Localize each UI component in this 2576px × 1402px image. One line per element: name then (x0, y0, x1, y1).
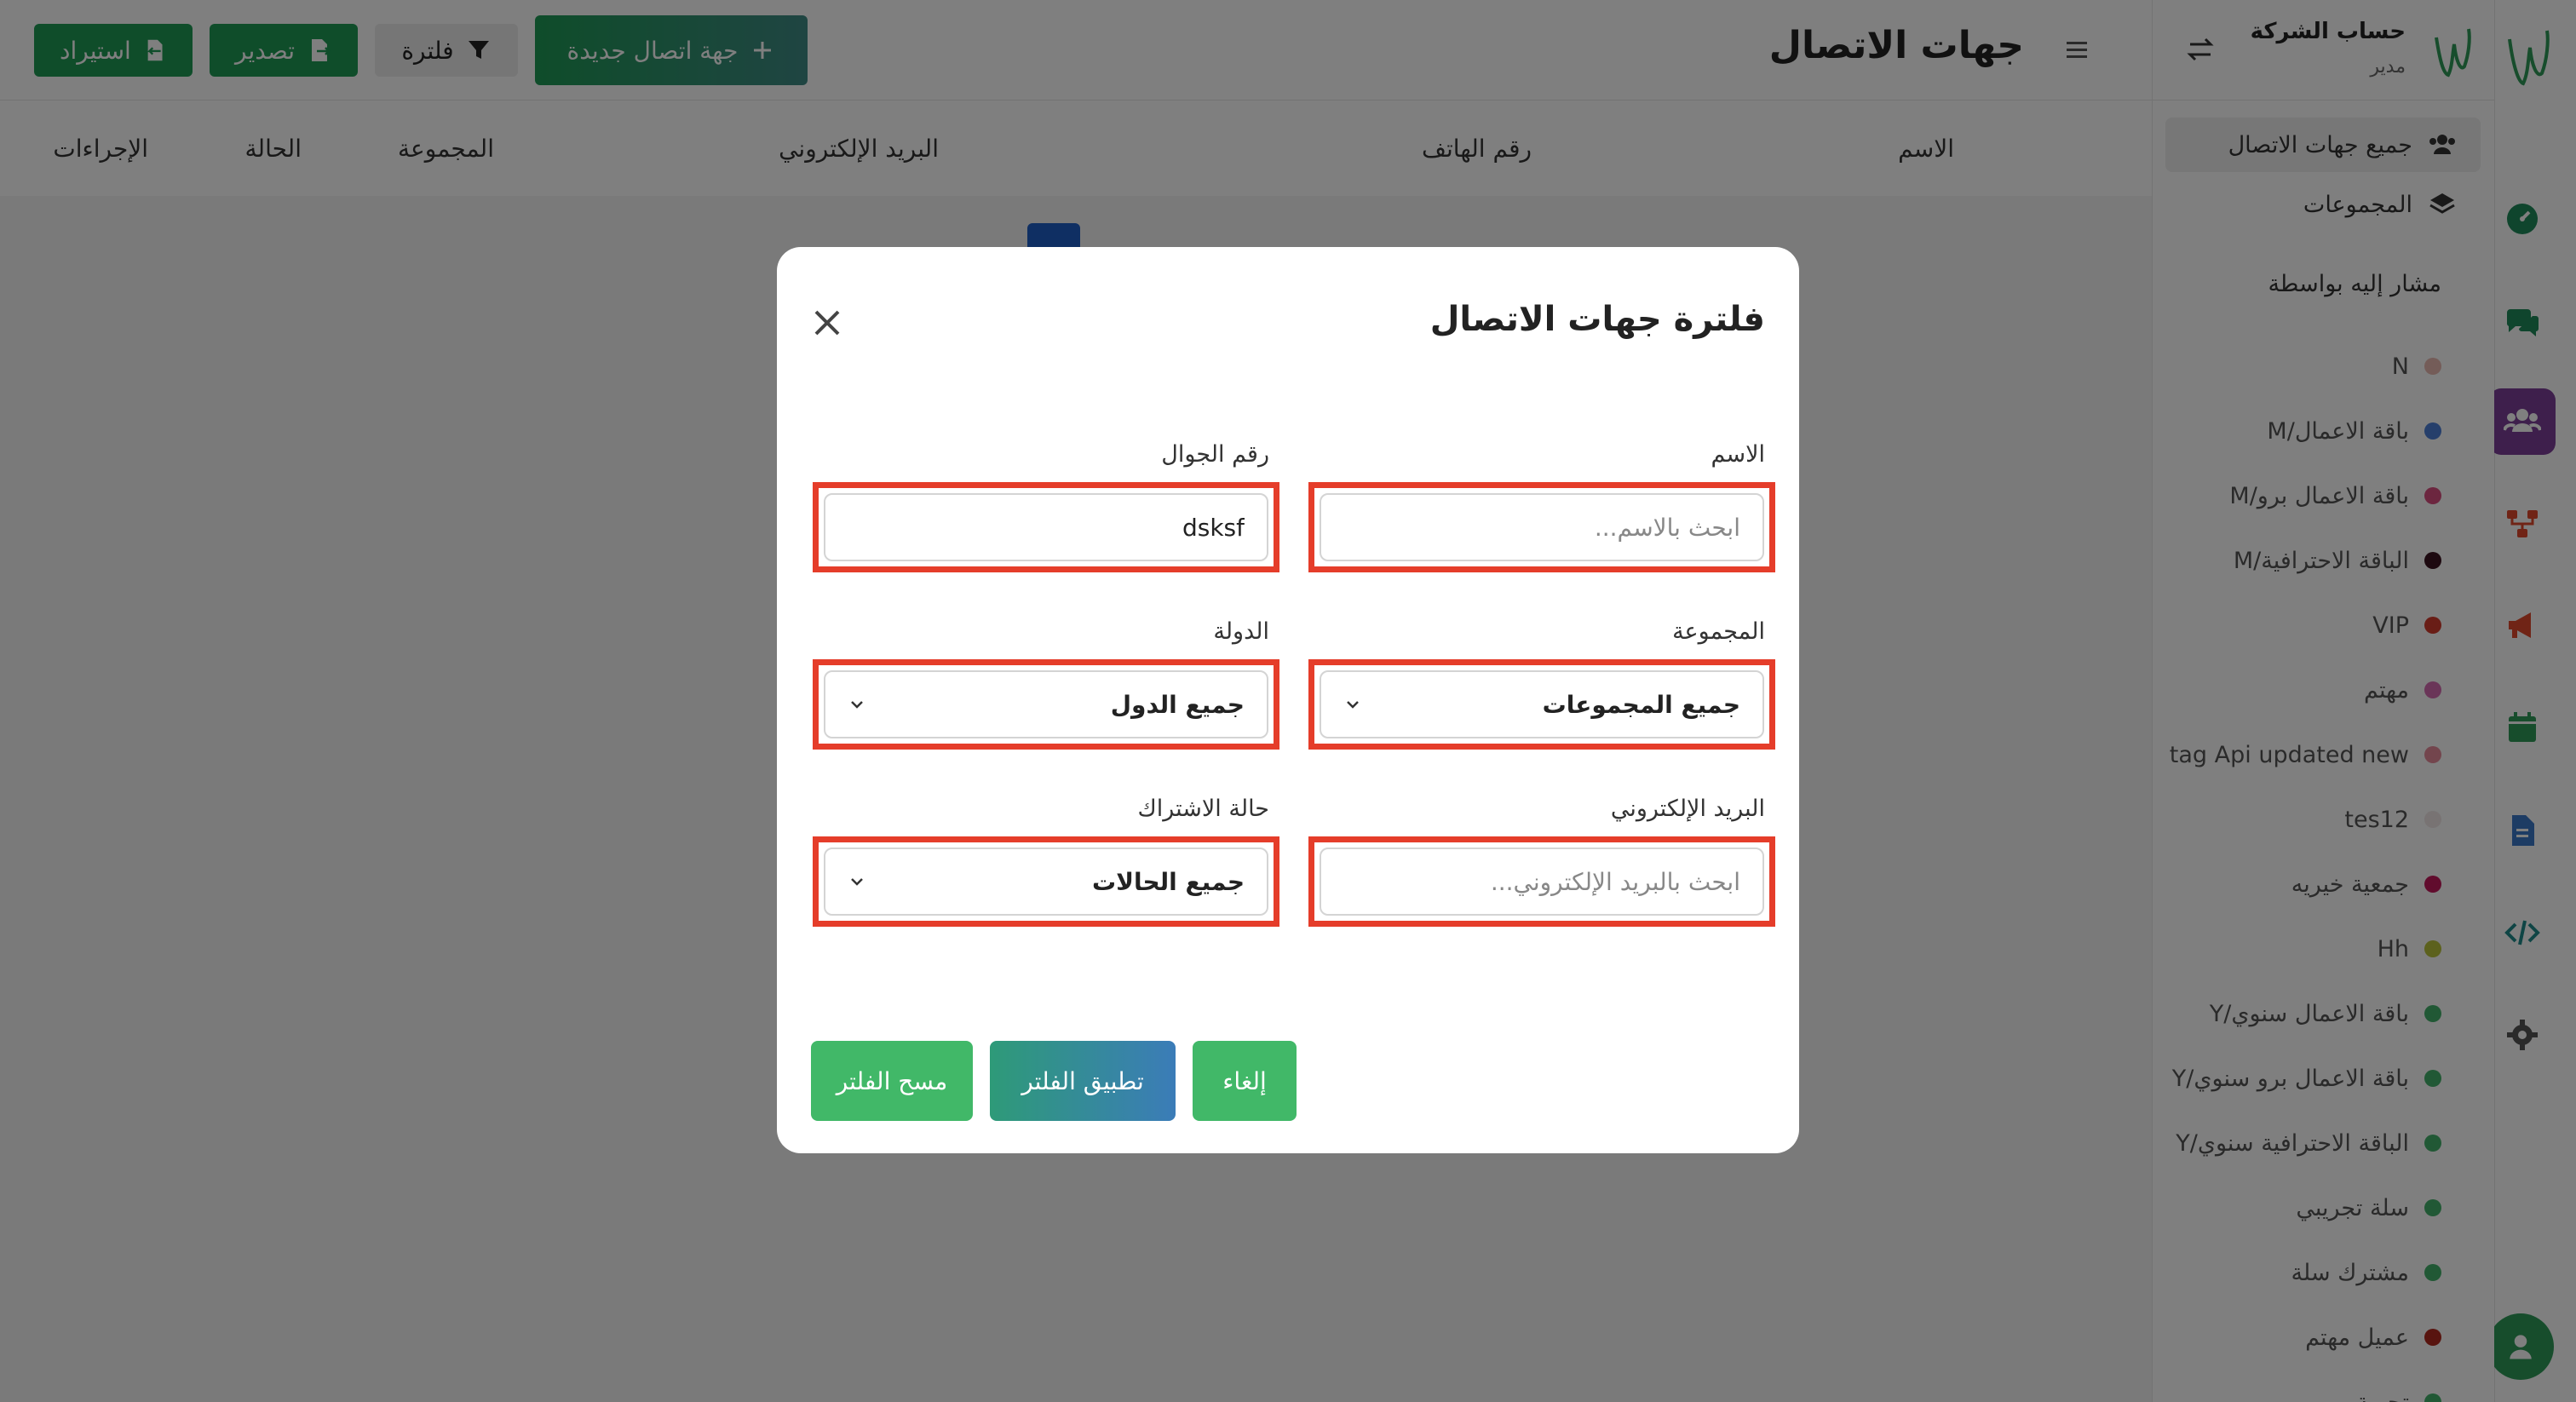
name-label: الاسم (1711, 441, 1766, 468)
cancel-button[interactable]: إلغاء (1193, 1041, 1297, 1121)
group-label: المجموعة (1672, 618, 1765, 645)
email-search-input[interactable] (1320, 848, 1764, 916)
mobile-label: رقم الجوال (1161, 441, 1269, 468)
apply-filter-button[interactable]: تطبيق الفلتر (990, 1041, 1176, 1121)
filter-contacts-modal: فلترة جهات الاتصال الاسم رقم الجوال المج… (777, 247, 1799, 1153)
mobile-field (813, 482, 1279, 572)
subscription-status-label: حالة الاشتراك (1137, 796, 1269, 822)
country-label: الدولة (1213, 618, 1269, 645)
close-icon[interactable] (809, 305, 845, 341)
country-select[interactable]: جميع الدول (824, 670, 1268, 738)
name-field (1308, 482, 1775, 572)
group-select-value: جميع المجموعات (1542, 690, 1740, 719)
email-label: البريد الإلكتروني (1610, 796, 1765, 822)
chevron-down-icon (851, 701, 863, 709)
chevron-down-icon (1347, 701, 1359, 709)
mobile-search-input[interactable] (824, 493, 1268, 561)
subscription-status-value: جميع الحالات (1091, 867, 1245, 896)
group-select[interactable]: جميع المجموعات (1320, 670, 1764, 738)
modal-title: فلترة جهات الاتصال (1429, 300, 1765, 339)
subscription-status-field: جميع الحالات (813, 836, 1279, 927)
email-field (1308, 836, 1775, 927)
clear-filter-button[interactable]: مسح الفلتر (811, 1041, 973, 1121)
subscription-status-select[interactable]: جميع الحالات (824, 848, 1268, 916)
country-field: جميع الدول (813, 659, 1279, 750)
chevron-down-icon (851, 878, 863, 886)
group-field: جميع المجموعات (1308, 659, 1775, 750)
country-select-value: جميع الدول (1110, 690, 1245, 719)
name-search-input[interactable] (1320, 493, 1764, 561)
